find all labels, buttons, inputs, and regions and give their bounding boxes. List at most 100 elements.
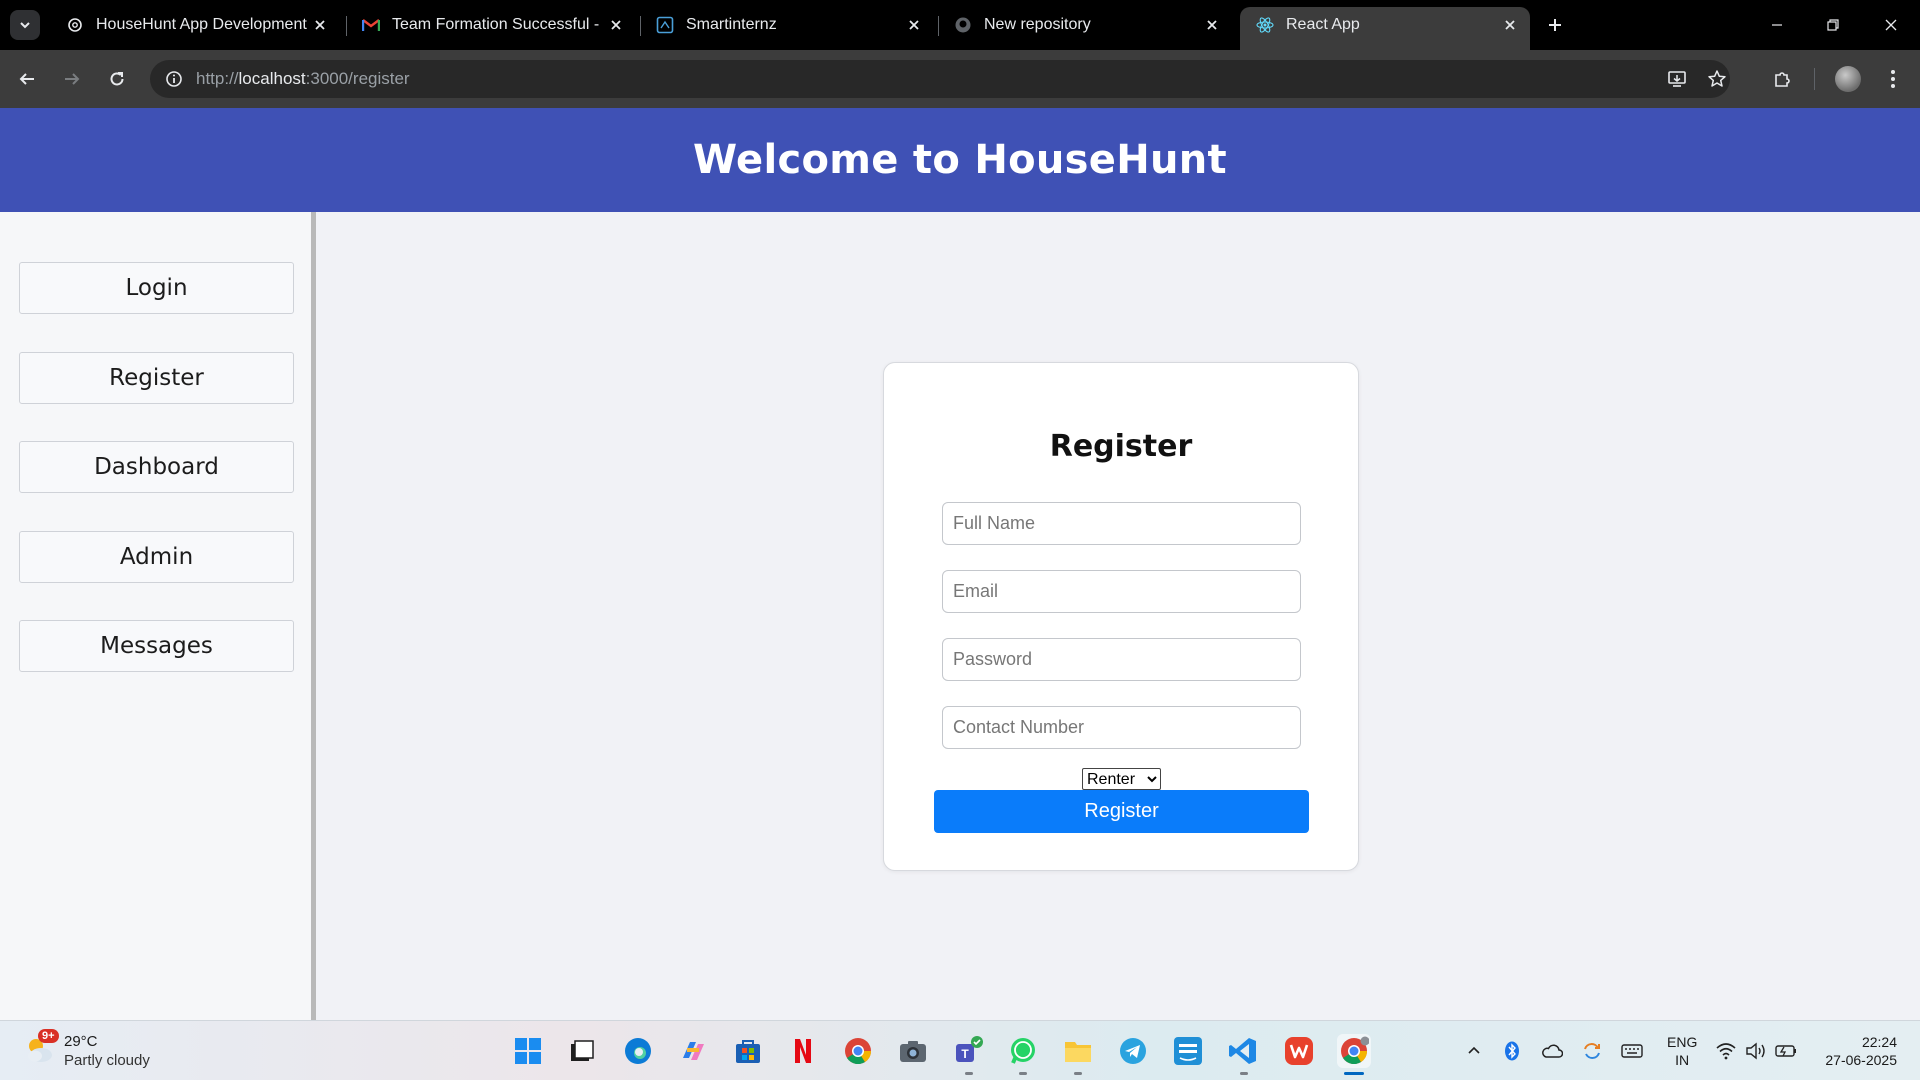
running-indicator: [1019, 1072, 1027, 1075]
contact-number-input[interactable]: [942, 706, 1301, 749]
sidebar-item-login[interactable]: Login: [19, 262, 294, 314]
minimize-button[interactable]: [1764, 12, 1790, 38]
keyboard-icon[interactable]: [1620, 1039, 1644, 1063]
copilot-icon: [683, 1042, 704, 1060]
tab-react-app[interactable]: React App: [1240, 7, 1530, 50]
tab-househunt-dev[interactable]: HouseHunt App Development: [50, 7, 340, 43]
form-title: Register: [1049, 429, 1193, 464]
star-icon[interactable]: [1705, 67, 1729, 91]
chrome-app-active[interactable]: [1337, 1034, 1371, 1068]
restore-button[interactable]: [1820, 12, 1846, 38]
full-name-input[interactable]: [942, 502, 1301, 545]
language-indicator[interactable]: ENG IN: [1667, 1033, 1697, 1069]
restore-icon: [1827, 19, 1839, 31]
file-explorer-app[interactable]: [1061, 1034, 1095, 1068]
edge-app[interactable]: [621, 1034, 655, 1068]
netflix-icon: [795, 1039, 811, 1063]
address-bar[interactable]: http://localhost:3000/register: [150, 60, 1730, 98]
close-icon[interactable]: [308, 13, 332, 37]
copilot-app[interactable]: [676, 1034, 710, 1068]
language-code: ENG: [1667, 1034, 1698, 1050]
telegram-app[interactable]: [1116, 1034, 1150, 1068]
telegram-icon: [1120, 1038, 1146, 1064]
close-icon[interactable]: [902, 13, 926, 37]
tab-title: Team Formation Successful - Sm: [392, 16, 604, 33]
gmail-icon: [362, 16, 380, 34]
clock-date: 27-06-2025: [1825, 1052, 1897, 1068]
smartinternz-icon: [656, 16, 674, 34]
chevron-down-icon: [20, 22, 30, 29]
url-host: localhost: [238, 69, 306, 88]
wps-icon: [1285, 1037, 1313, 1065]
extensions-button[interactable]: [1766, 63, 1798, 95]
email-input[interactable]: [942, 570, 1301, 613]
minimize-icon: [1772, 24, 1782, 26]
vscode-app[interactable]: [1226, 1034, 1260, 1068]
edge-icon: [625, 1038, 651, 1064]
close-icon[interactable]: [1200, 13, 1224, 37]
arrow-right-icon: [65, 73, 80, 85]
register-form: Register Renter Register: [883, 362, 1359, 871]
browser-toolbar: http://localhost:3000/register: [0, 50, 1920, 108]
role-select[interactable]: Renter: [1082, 768, 1161, 790]
tab-search-button[interactable]: [10, 10, 40, 40]
url-text[interactable]: http://localhost:3000/register: [196, 69, 410, 89]
running-indicator: [1344, 1072, 1364, 1075]
region-code: IN: [1675, 1052, 1690, 1068]
new-tab-button[interactable]: [1542, 12, 1568, 38]
onedrive-icon[interactable]: [1540, 1039, 1564, 1063]
sidebar-item-dashboard[interactable]: Dashboard: [19, 441, 294, 493]
bluetooth-icon[interactable]: [1500, 1039, 1524, 1063]
running-indicator: [965, 1072, 973, 1075]
start-button[interactable]: [511, 1034, 545, 1068]
sync-icon[interactable]: [1580, 1039, 1604, 1063]
running-indicator: [1074, 1072, 1082, 1075]
tab-new-repository[interactable]: New repository: [938, 7, 1232, 43]
vscode-icon: [1229, 1038, 1256, 1064]
page-title: Welcome to HouseHunt: [693, 137, 1227, 183]
tab-title: React App: [1286, 16, 1360, 33]
sidebar-item-admin[interactable]: Admin: [19, 531, 294, 583]
back-button[interactable]: [11, 63, 43, 95]
netflix-app[interactable]: [786, 1034, 820, 1068]
reload-button[interactable]: [101, 63, 133, 95]
profile-avatar[interactable]: [1835, 66, 1861, 92]
url-path: :3000/register: [305, 69, 410, 88]
chrome-app-pinned[interactable]: [841, 1034, 875, 1068]
tab-gmail[interactable]: Team Formation Successful - Sm: [346, 7, 636, 43]
site-info-icon[interactable]: [162, 67, 186, 91]
system-clock[interactable]: 22:24 27-06-2025: [1825, 1033, 1897, 1069]
taskbar: 9+ 29°C Partly cloudy T ENG IN 22:24 27-…: [0, 1020, 1920, 1080]
battery-icon[interactable]: [1774, 1039, 1798, 1063]
volume-icon[interactable]: [1744, 1039, 1768, 1063]
password-input[interactable]: [942, 638, 1301, 681]
show-hidden-icons[interactable]: [1462, 1039, 1486, 1063]
microsoft-store-app[interactable]: [731, 1034, 765, 1068]
task-view-button[interactable]: [565, 1034, 599, 1068]
close-icon[interactable]: [1498, 13, 1522, 37]
close-window-button[interactable]: [1878, 12, 1904, 38]
install-app-icon[interactable]: [1665, 67, 1689, 91]
prime-video-icon: [1174, 1037, 1202, 1065]
sidebar-item-messages[interactable]: Messages: [19, 620, 294, 672]
wifi-icon[interactable]: [1714, 1039, 1738, 1063]
teams-app[interactable]: T: [951, 1034, 985, 1068]
whatsapp-app[interactable]: [1006, 1034, 1040, 1068]
wps-office-app[interactable]: [1282, 1034, 1316, 1068]
running-indicator: [1240, 1072, 1248, 1075]
svg-text:T: T: [961, 1047, 969, 1061]
forward-button[interactable]: [56, 63, 88, 95]
tab-smartinternz[interactable]: Smartinternz: [640, 7, 934, 43]
weather-description: Partly cloudy: [64, 1052, 150, 1069]
store-icon: [736, 1040, 760, 1063]
whatsapp-icon: [1011, 1038, 1035, 1064]
close-icon[interactable]: [604, 13, 628, 37]
camera-icon: [900, 1041, 926, 1062]
prime-video-app[interactable]: [1171, 1034, 1205, 1068]
camera-app[interactable]: [896, 1034, 930, 1068]
sidebar-item-register[interactable]: Register: [19, 352, 294, 404]
puzzle-icon: [1775, 72, 1790, 87]
plus-icon: [1549, 19, 1561, 31]
register-submit-button[interactable]: Register: [934, 790, 1309, 833]
menu-button[interactable]: [1877, 63, 1909, 95]
